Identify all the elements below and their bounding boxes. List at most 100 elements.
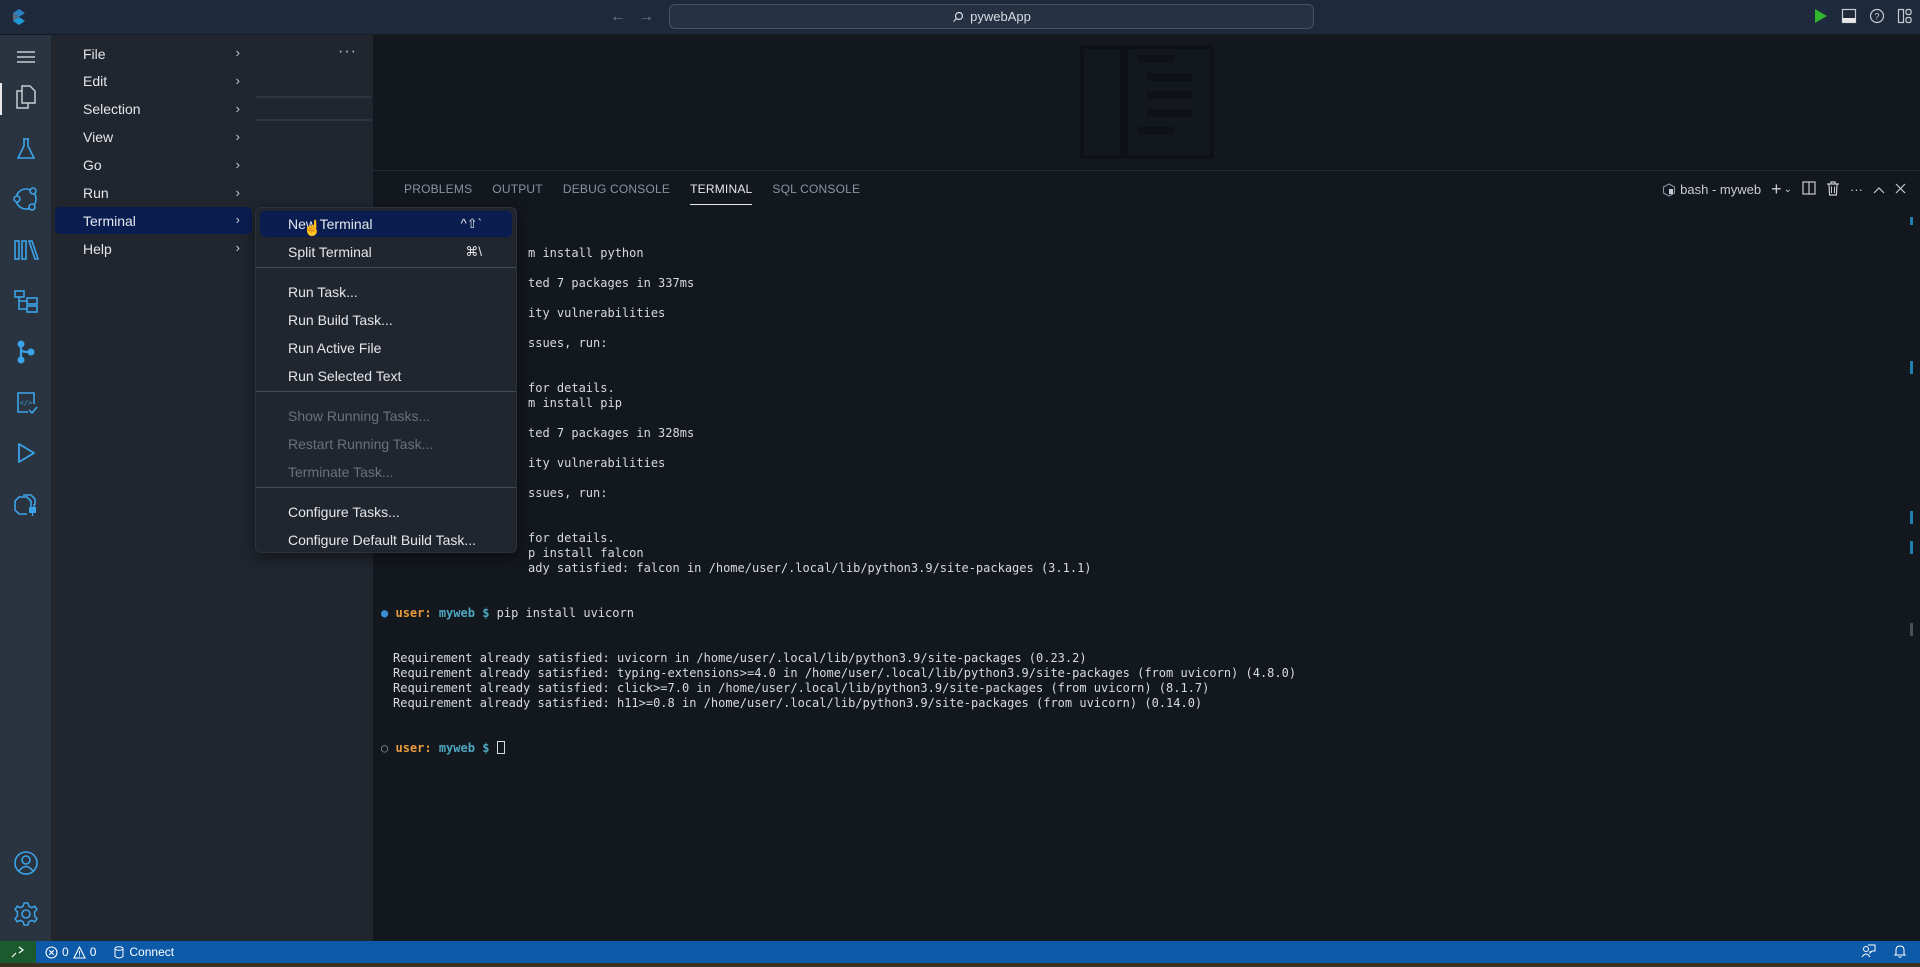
tab-problems[interactable]: PROBLEMS (394, 171, 482, 207)
submenu-item-split-terminal[interactable]: Split Terminal ⌘\ (260, 239, 512, 265)
tree-icon[interactable] (0, 279, 51, 323)
svg-text:</>: </> (19, 399, 32, 407)
warning-icon (72, 945, 86, 959)
submenu-item-restart-running-task: Restart Running Task... (260, 431, 512, 457)
editor-watermark-icon (1080, 45, 1214, 159)
scrollbar-marker (1910, 541, 1913, 554)
terminal-line: m install pip (528, 396, 622, 410)
menu-item-label: Go (83, 157, 102, 174)
error-count: 0 (62, 945, 69, 959)
menu-item-help[interactable]: Help › (55, 235, 252, 262)
terminal-selector[interactable]: bash - myweb (1662, 182, 1761, 197)
chevron-right-icon: › (235, 240, 240, 256)
panel-tabs: PROBLEMS OUTPUT DEBUG CONSOLE TERMINAL S… (394, 171, 870, 207)
new-terminal-button[interactable]: + (1771, 179, 1782, 200)
menu-item-run[interactable]: Run › (55, 180, 252, 207)
title-bar: ← → pywebApp ? (0, 0, 1920, 35)
submenu-item-label: Run Task... (288, 284, 358, 300)
prompt-symbol: $ (482, 606, 490, 620)
menu-item-label: Help (83, 240, 112, 257)
submenu-item-label: Configure Tasks... (288, 504, 400, 520)
terminal-line: ady satisfied: falcon in /home/user/.loc… (528, 561, 1092, 575)
submenu-item-label: Run Active File (288, 340, 382, 356)
sidebar-more-actions[interactable]: ··· (338, 43, 357, 61)
close-panel-icon[interactable] (1895, 182, 1906, 197)
menu-item-label: Edit (83, 73, 108, 90)
database-icon (114, 945, 124, 958)
submenu-item-show-running-tasks: Show Running Tasks... (260, 403, 512, 429)
maximize-panel-icon[interactable] (1873, 182, 1885, 197)
chevron-right-icon: › (235, 212, 240, 228)
run-debug-icon[interactable] (0, 431, 51, 475)
menu-item-view[interactable]: View › (55, 124, 252, 151)
terminal-submenu: New Terminal ^⇧` Split Terminal ⌘\ Run Task.… (255, 207, 517, 553)
source-control-icon[interactable] (0, 330, 51, 374)
connect-button[interactable]: Connect (114, 945, 174, 959)
problems-status[interactable]: 0 0 (45, 945, 96, 959)
chevron-down-icon[interactable]: ⌄ (1784, 184, 1792, 195)
toggle-panel-icon[interactable] (1840, 6, 1858, 26)
notifications-bell-icon[interactable] (1893, 944, 1907, 961)
back-button[interactable]: ← (610, 8, 626, 26)
app-logo-icon (13, 9, 25, 25)
prompt-dir: myweb (438, 606, 475, 620)
submenu-item-run-build-task[interactable]: Run Build Task... (260, 307, 512, 333)
submenu-item-configure-default-build-task[interactable]: Configure Default Build Task... (260, 527, 512, 553)
graph-icon[interactable] (0, 177, 51, 221)
testing-icon[interactable] (0, 127, 51, 171)
feedback-icon[interactable] (1861, 944, 1876, 961)
library-icon[interactable] (0, 228, 51, 272)
run-icon[interactable] (1812, 6, 1830, 26)
account-icon[interactable] (0, 841, 51, 885)
search-icon (953, 11, 964, 22)
submenu-item-configure-tasks[interactable]: Configure Tasks... (260, 499, 512, 525)
tab-debug-console[interactable]: DEBUG CONSOLE (553, 171, 680, 207)
split-terminal-icon[interactable] (1802, 181, 1816, 198)
tab-sql-console[interactable]: SQL CONSOLE (762, 171, 870, 207)
menu-item-go[interactable]: Go › (55, 152, 252, 179)
menu-icon[interactable] (0, 35, 51, 79)
customize-layout-icon[interactable] (1896, 6, 1914, 26)
explorer-icon[interactable] (0, 75, 51, 119)
tab-output[interactable]: OUTPUT (482, 171, 553, 207)
trash-icon[interactable] (1826, 180, 1840, 199)
submenu-item-new-terminal[interactable]: New Terminal ^⇧` (260, 211, 512, 237)
help-icon[interactable]: ? (1868, 6, 1886, 26)
terminal-output-line: Requirement already satisfied: typing-ex… (393, 666, 1297, 680)
menu-item-edit[interactable]: Edit › (55, 68, 252, 95)
scrollbar-marker (1910, 217, 1913, 225)
remote-extensions-icon[interactable] (0, 482, 51, 526)
terminal-line: for details. (528, 381, 615, 395)
submenu-item-run-task[interactable]: Run Task... (260, 279, 512, 305)
terminal-command: pip install uvicorn (496, 606, 634, 620)
search-text: pywebApp (970, 9, 1031, 24)
terminal-output-line: Requirement already satisfied: h11>=0.8 … (393, 696, 1203, 710)
menu-item-selection[interactable]: Selection › (55, 96, 252, 123)
code-review-icon[interactable]: </> (0, 381, 51, 425)
settings-icon[interactable] (0, 892, 51, 936)
command-pending-dot: ○ (381, 741, 389, 755)
submenu-item-label: Restart Running Task... (288, 436, 434, 452)
menu-item-label: Selection (83, 101, 141, 118)
remote-indicator[interactable] (0, 941, 36, 963)
terminal-prompt-line: ○ user: myweb $ (381, 741, 1296, 756)
submenu-item-run-active-file[interactable]: Run Active File (260, 335, 512, 361)
terminal-name: bash - myweb (1680, 182, 1762, 197)
scrollbar-thumb[interactable] (1910, 623, 1913, 636)
more-actions-icon[interactable]: ··· (1850, 182, 1863, 197)
command-center-search[interactable]: pywebApp (669, 4, 1314, 29)
chevron-right-icon: › (235, 128, 240, 144)
terminal-output[interactable]: m install python ted 7 packages in 337ms i… (381, 216, 1297, 786)
tab-terminal[interactable]: TERMINAL (680, 171, 762, 207)
menu-item-file[interactable]: File › (55, 40, 252, 67)
forward-button[interactable]: → (638, 8, 654, 26)
terminal-line: ity vulnerabilities (528, 306, 666, 320)
menu-item-terminal[interactable]: Terminal › (55, 207, 252, 235)
submenu-item-run-selected-text[interactable]: Run Selected Text (260, 363, 512, 389)
terminal-line: for details. (528, 531, 615, 545)
menu-separator (256, 391, 516, 392)
